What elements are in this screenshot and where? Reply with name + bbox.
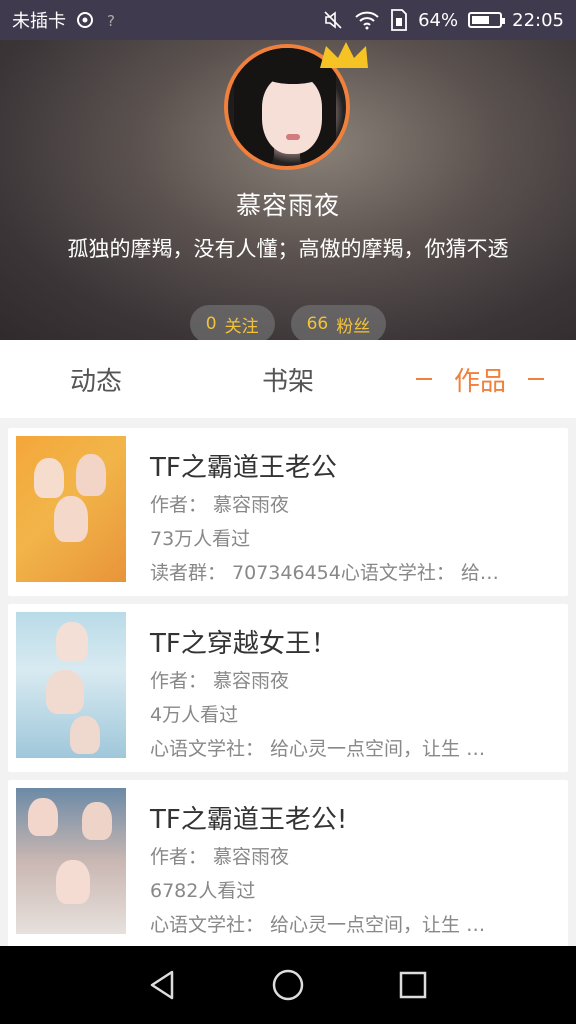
tab-indicator-right [528,378,544,380]
book-author: 作者： 慕容雨夜 [150,846,290,868]
carrier-text: 未插卡 [12,11,66,32]
status-bar: 未插卡 ? 64% 22:05 [0,0,576,40]
book-card[interactable]: TF之霸道王老公 作者： 慕容雨夜 73万人看过 读者群： 707346454心… [8,428,568,596]
svg-text:?: ? [107,12,115,29]
tab-bookshelf[interactable]: 书架 [192,361,384,398]
book-card[interactable]: TF之霸道王老公! 作者： 慕容雨夜 6782人看过 心语文学社： 给心灵一点空… [8,780,568,948]
profile-header: 慕容雨夜 孤独的摩羯，没有人懂；高傲的摩羯，你猜不透 0 关注 66 粉丝 [0,40,576,340]
follow-count: 0 [205,314,217,334]
no-sim-icon: ? [104,11,122,29]
fans-label: 粉丝 [336,316,371,337]
book-description: 心语文学社： 给心灵一点空间，让生 … [150,738,486,760]
book-description: 心语文学社： 给心灵一点空间，让生 … [150,914,486,936]
crown-icon [320,42,368,68]
book-cover-image [16,612,126,758]
sim-card-icon [390,9,408,31]
book-description: 读者群： 707346454心语文学社： 给… [150,562,499,584]
fans-button[interactable]: 66 粉丝 [290,305,387,340]
book-card[interactable]: TF之穿越女王！ 作者： 慕容雨夜 4万人看过 心语文学社： 给心灵一点空间，让… [8,604,568,772]
fans-count: 66 [306,314,329,334]
battery-percent: 64% [418,9,459,31]
book-views: 6782人看过 [150,880,256,902]
book-views: 4万人看过 [150,704,239,726]
book-title: TF之霸道王老公 [150,453,337,483]
tab-activity[interactable]: 动态 [0,361,192,398]
navigation-bar [0,946,576,1024]
tab-bar: 动态 书架 作品 [0,340,576,418]
tab-label: 作品 [453,366,506,397]
book-cover-image [16,436,126,582]
tab-label: 动态 [69,366,122,397]
tab-label: 书架 [261,366,314,397]
battery-icon [468,12,506,28]
tab-works[interactable]: 作品 [384,361,576,398]
works-list: TF之霸道王老公 作者： 慕容雨夜 73万人看过 读者群： 707346454心… [8,428,568,956]
book-author: 作者： 慕容雨夜 [150,494,290,516]
follow-button[interactable]: 0 关注 [189,305,275,340]
recent-apps-icon[interactable] [396,968,430,1002]
clock: 22:05 [512,9,564,31]
mute-icon [322,9,344,31]
tab-indicator-left [415,378,432,380]
home-icon[interactable] [271,968,305,1002]
wifi-icon [354,10,380,30]
hotspot-icon [76,11,94,29]
book-title: TF之霸道王老公! [150,805,348,835]
book-cover-image [16,788,126,934]
bio-text: 孤独的摩羯，没有人懂；高傲的摩羯，你猜不透 [67,237,509,261]
book-author: 作者： 慕容雨夜 [150,670,290,692]
book-title: TF之穿越女王！ [150,629,337,659]
nickname: 慕容雨夜 [235,191,340,220]
book-views: 73万人看过 [150,528,251,550]
follow-label: 关注 [224,316,259,337]
back-icon[interactable] [146,968,180,1002]
